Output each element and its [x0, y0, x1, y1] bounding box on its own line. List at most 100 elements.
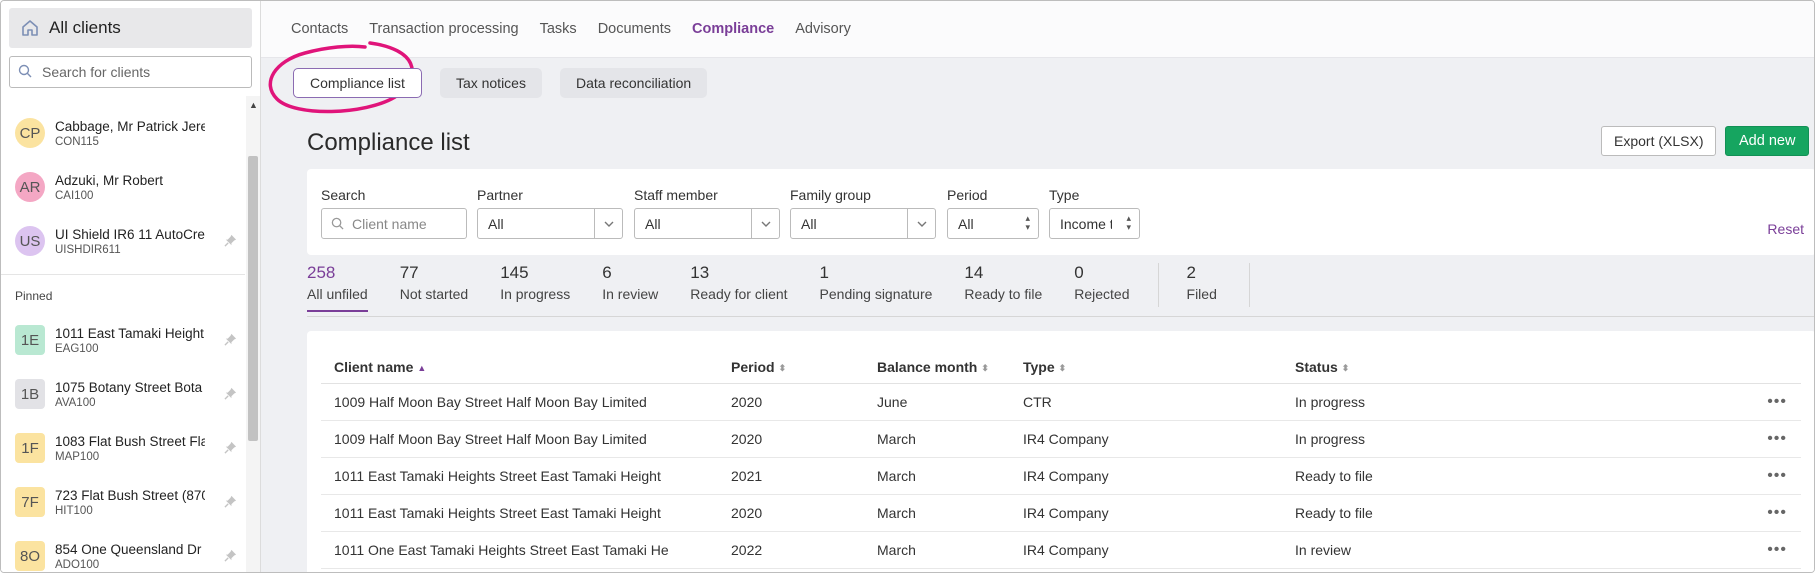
client-list-item[interactable]: CP Cabbage, Mr Patrick Jere CON115: [1, 106, 245, 160]
period-select-value: All: [958, 215, 974, 232]
cell-status: Ready to file: [1282, 457, 1532, 495]
client-list-item[interactable]: 1F 1083 Flat Bush Street Fla MAP100: [1, 421, 245, 475]
search-icon: [322, 217, 344, 230]
client-list: CP Cabbage, Mr Patrick Jere CON115 AR Adzuki…: [1, 106, 245, 572]
filter-family-label: Family group: [790, 187, 871, 203]
status-tab[interactable]: 6 In review: [602, 263, 658, 312]
client-list-item[interactable]: 1E 1011 East Tamaki Height EAG100: [1, 313, 245, 367]
sort-icon: ⬍: [1341, 362, 1350, 373]
client-search-input[interactable]: [42, 64, 242, 80]
client-name: 1083 Flat Bush Street Fla: [55, 433, 205, 449]
client-avatar: 1F: [15, 433, 45, 463]
status-tab[interactable]: 13 Ready for client: [690, 263, 787, 312]
pin-icon[interactable]: [224, 495, 237, 511]
client-name-search-field[interactable]: Client name: [321, 208, 467, 239]
cell-balance-month: March: [864, 420, 1010, 458]
client-text: Adzuki, Mr Robert CAI100: [55, 173, 205, 202]
status-tab-label: In progress: [500, 286, 571, 302]
col-type[interactable]: Type ⬍: [1010, 351, 1282, 384]
client-code: CAI100: [55, 189, 94, 202]
reset-filters-link[interactable]: Reset: [1767, 221, 1804, 237]
status-tab[interactable]: 2 Filed: [1187, 263, 1217, 312]
scroll-up-arrow-icon[interactable]: ▲: [249, 100, 258, 110]
nav-documents[interactable]: Documents: [598, 21, 671, 37]
pin-icon[interactable]: [224, 441, 237, 457]
client-list-item[interactable]: US UI Shield IR6 11 AutoCre UISHDIR611: [1, 214, 245, 268]
status-tab[interactable]: 0 Rejected: [1074, 263, 1129, 312]
row-more-actions-icon[interactable]: •••: [1532, 420, 1801, 458]
up-down-arrows-icon: ▴ ▾: [1126, 213, 1131, 232]
cell-status: In progress: [1282, 420, 1532, 458]
table-row[interactable]: 1009 Half Moon Bay Street Half Moon Bay …: [321, 383, 1801, 421]
sort-ascending-icon: ▲: [417, 363, 427, 374]
period-select[interactable]: All ▴ ▾: [947, 208, 1039, 239]
client-code: ADO100: [55, 558, 100, 571]
scroll-thumb[interactable]: [248, 156, 258, 441]
nav-transaction-processing[interactable]: Transaction processing: [369, 21, 518, 37]
client-avatar: 7F: [15, 487, 45, 517]
filter-period: Period All ▴ ▾: [947, 187, 1039, 239]
cell-period: 2021: [718, 457, 864, 495]
family-group-select[interactable]: All: [790, 208, 936, 239]
client-text: Cabbage, Mr Patrick Jere CON115: [55, 119, 205, 148]
pin-icon[interactable]: [224, 234, 237, 250]
nav-contacts[interactable]: Contacts: [291, 21, 348, 37]
export-xlsx-button[interactable]: Export (XLSX): [1601, 126, 1717, 156]
client-name: 723 Flat Bush Street (870: [55, 487, 205, 503]
pin-icon[interactable]: [224, 333, 237, 349]
type-select[interactable]: Income tax ▴▾: [1049, 208, 1140, 239]
client-list-item[interactable]: AR Adzuki, Mr Robert CAI100: [1, 160, 245, 214]
col-client-name[interactable]: Client name ▲: [321, 351, 718, 384]
status-tab[interactable]: 145 In progress: [500, 263, 570, 312]
client-list-item[interactable]: 1B 1075 Botany Street Bota AVA100: [1, 367, 245, 421]
nav-compliance[interactable]: Compliance: [692, 21, 774, 37]
status-tab-count: 14: [964, 263, 984, 282]
col-client-name-label: Client name: [334, 358, 414, 375]
subtab-tax-notices[interactable]: Tax notices: [439, 68, 542, 98]
client-code: HIT100: [55, 504, 93, 517]
cell-status: In progress: [1282, 383, 1532, 421]
col-period[interactable]: Period ⬍: [718, 351, 864, 384]
client-list-item[interactable]: 8O 854 One Queensland Dr ADO100: [1, 529, 245, 572]
client-sidebar: All clients CP Cabbage, Mr Patrick JereCO…: [1, 1, 261, 572]
subtab-compliance-list[interactable]: Compliance list: [293, 68, 422, 98]
staff-member-select[interactable]: All: [634, 208, 780, 239]
pin-icon[interactable]: [224, 387, 237, 403]
all-clients-button[interactable]: All clients: [9, 8, 252, 48]
partner-select[interactable]: All: [477, 208, 623, 239]
col-status[interactable]: Status ⬍: [1282, 351, 1532, 384]
table-row[interactable]: 1011 East Tamaki Heights Street East Tam…: [321, 494, 1801, 532]
table-row[interactable]: 1011 East Tamaki Heights Street East Tam…: [321, 457, 1801, 495]
row-more-actions-icon[interactable]: •••: [1532, 494, 1801, 532]
subtab-data-reconciliation[interactable]: Data reconciliation: [559, 68, 708, 98]
status-tab-count: 2: [1186, 263, 1196, 282]
filter-period-label: Period: [947, 187, 988, 203]
status-tab[interactable]: 1 Pending signature: [820, 263, 933, 312]
status-tab[interactable]: 258 All unfiled: [307, 263, 368, 312]
status-tab-count: 13: [690, 263, 710, 282]
col-balance-month[interactable]: Balance month ⬍: [864, 351, 1010, 384]
nav-tasks[interactable]: Tasks: [540, 21, 577, 37]
add-new-button[interactable]: Add new: [1725, 126, 1810, 156]
status-tab[interactable]: 77 Not started: [400, 263, 468, 312]
table-row[interactable]: 1011 One East Tamaki Heights Street East…: [321, 531, 1801, 569]
cell-balance-month: June: [864, 383, 1010, 421]
pin-icon[interactable]: [224, 549, 237, 565]
cell-period: 2020: [718, 494, 864, 532]
client-text: 854 One Queensland Dr ADO100: [55, 542, 205, 571]
row-more-actions-icon[interactable]: •••: [1532, 531, 1801, 569]
row-more-actions-icon[interactable]: •••: [1532, 457, 1801, 495]
client-code: UISHDIR611: [55, 243, 121, 256]
status-tab-label: All unfiled: [307, 286, 368, 302]
status-tab[interactable]: 14 Ready to file: [964, 263, 1042, 312]
sidebar-scrollbar[interactable]: ▲: [246, 96, 260, 572]
row-more-actions-icon[interactable]: •••: [1532, 383, 1801, 421]
client-list-item[interactable]: 7F 723 Flat Bush Street (870 HIT100: [1, 475, 245, 529]
search-icon: [18, 64, 32, 81]
table-row[interactable]: 1009 Half Moon Bay Street Half Moon Bay …: [321, 420, 1801, 458]
client-code: MAP100: [55, 450, 100, 463]
status-tab-label: In review: [602, 286, 659, 302]
filter-partner: Partner All: [477, 187, 623, 239]
nav-advisory[interactable]: Advisory: [795, 21, 851, 37]
table-header-row: Client name ▲ Period ⬍ Balance month ⬍ Type…: [321, 351, 1801, 384]
